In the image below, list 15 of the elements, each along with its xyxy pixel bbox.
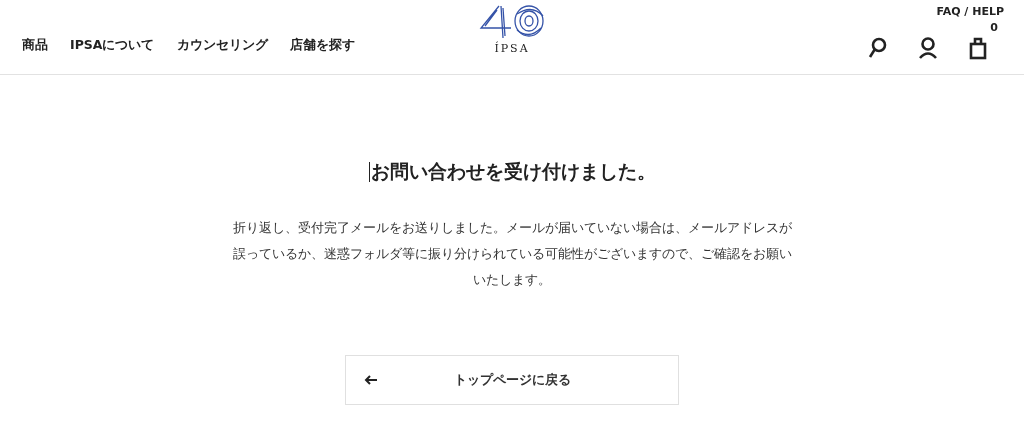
nav-link[interactable]: 商品	[22, 36, 48, 54]
page-title: お問い合わせを受け付けました。	[368, 159, 656, 184]
back-to-top-button[interactable]: トップページに戻る	[345, 355, 679, 405]
confirmation-message: 折り返し、受付完了メールをお送りしました。メールが届いていない場合は、メールアドレスが誤っているか、迷惑フォルダ等に振り分けられている可能性がございますので、ご確認をお願いいたします。	[231, 219, 793, 289]
logo-scribble-drawing	[477, 4, 547, 40]
bag-icon[interactable]	[968, 36, 988, 60]
help-link[interactable]: FAQ / HELP	[936, 5, 1004, 18]
arrow-left-icon	[364, 375, 378, 385]
logo-wordmark[interactable]: ÍPSA	[494, 42, 530, 55]
nav-link[interactable]: カウンセリング	[176, 36, 268, 54]
nav-link[interactable]: IPSAについて	[70, 36, 155, 54]
search-icon[interactable]	[868, 37, 888, 59]
cart-count: 0	[990, 21, 998, 34]
nav-link[interactable]: 店舗を探す	[289, 36, 355, 54]
account-icon[interactable]	[918, 37, 938, 59]
